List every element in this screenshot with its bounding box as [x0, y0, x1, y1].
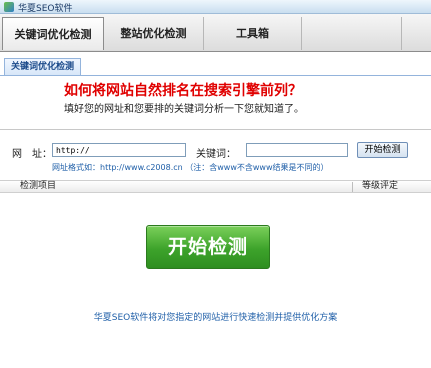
keyword-input[interactable] — [246, 143, 348, 157]
footer-note: 华夏SEO软件将对您指定的网站进行快速检测并提供优化方案 — [93, 313, 338, 323]
top-navigation: 关键词优化检测 整站优化检测 工具箱 — [0, 14, 431, 52]
tab-keyword-optimization[interactable]: 关键词优化检测 — [2, 17, 104, 50]
url-label: 网 址： — [12, 149, 52, 160]
keyword-label: 关键词： — [196, 149, 236, 160]
subtab-divider — [0, 75, 431, 76]
column-rating: 等级评定 — [362, 181, 399, 191]
start-check-small-button[interactable]: 开始检测 — [357, 142, 408, 158]
app-logo-icon — [4, 2, 14, 12]
tab-empty — [302, 17, 402, 50]
intro-headline: 如何将网站自然排名在搜索引擎前列？ — [64, 83, 302, 99]
sub-tab-bar: 关键词优化检测 — [0, 52, 431, 76]
column-item: 检测项目 — [20, 181, 57, 191]
results-table-header: 检测项目 等级评定 — [0, 180, 431, 193]
title-bar: 华夏SEO软件 — [0, 0, 431, 14]
url-input[interactable] — [52, 143, 186, 157]
section-divider — [0, 129, 431, 130]
start-check-button[interactable]: 开始检测 — [146, 225, 270, 269]
intro-description: 填好您的网址和您要排的关键词分析一下您就知道了。 — [64, 104, 304, 115]
subtab-keyword-optimization[interactable]: 关键词优化检测 — [4, 58, 82, 76]
tab-toolbox[interactable]: 工具箱 — [204, 17, 302, 50]
url-format-hint: 网址格式如：http://www.c2008.cn （注：含www不含www结果… — [52, 163, 329, 172]
column-separator — [352, 182, 353, 192]
window-title: 华夏SEO软件 — [18, 4, 73, 14]
tab-site-optimization[interactable]: 整站优化检测 — [104, 17, 204, 50]
